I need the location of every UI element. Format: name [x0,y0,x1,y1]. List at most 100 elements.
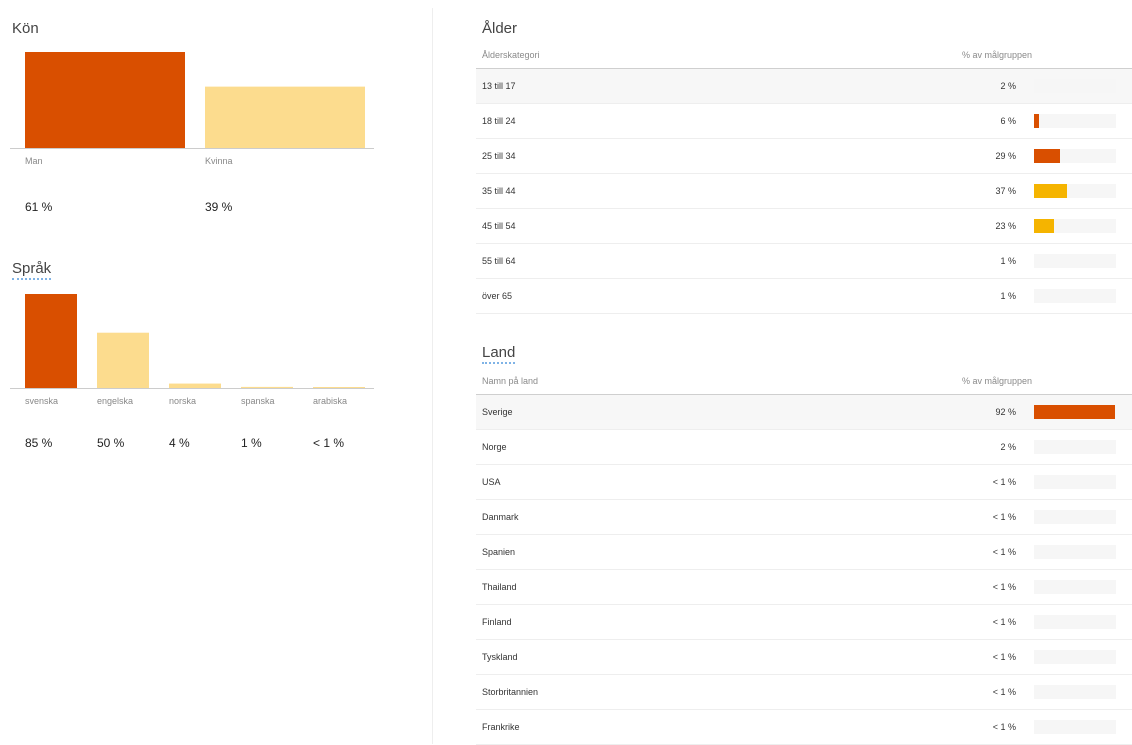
sprak-category-label: spanska [241,396,275,406]
sprak-value-label: < 1 % [313,436,345,450]
land-row-bar-track [1034,405,1116,419]
alder-row[interactable]: 25 till 34 29 % [476,139,1132,174]
land-row-bar-track [1034,615,1116,629]
alder-row-name: över 65 [482,291,513,301]
kon-bar-Man[interactable] [25,52,185,148]
land-row-bar-track [1034,720,1116,734]
alder-section-title: Ålder [482,20,518,37]
sprak-value-label: 1 % [241,436,262,450]
alder-row-bar-fill [1034,114,1040,128]
land-row-name: Norge [482,442,507,452]
land-row[interactable]: Danmark < 1 % [476,500,1132,535]
column-divider [432,8,433,744]
sprak-category-label: norska [169,396,196,406]
alder-table: Ålderskategori % av målgruppen 13 till 1… [476,40,1132,314]
alder-row-percent: 6 % [1000,116,1016,126]
land-row[interactable]: Finland < 1 % [476,605,1132,640]
alder-row[interactable]: 55 till 64 1 % [476,244,1132,279]
alder-row-bar-track [1034,114,1116,128]
alder-row[interactable]: över 65 1 % [476,279,1132,314]
alder-row-percent: 1 % [1000,291,1016,301]
alder-rows: 13 till 17 2 % 18 till 24 6 % 25 till 34 29 %… [476,69,1132,314]
sprak-category-label: svenska [25,396,58,406]
land-row-bar-track [1034,510,1116,524]
land-row-name: Spanien [482,547,516,557]
sprak-bar-engelska[interactable] [97,332,149,388]
alder-row[interactable]: 18 till 24 6 % [476,104,1132,139]
land-row-bar-track [1034,685,1116,699]
land-row-percent: < 1 % [992,617,1016,627]
land-row-percent: 2 % [1000,442,1016,452]
land-row-bar-track [1034,650,1116,664]
alder-col-category: Ålderskategori [482,50,540,60]
kon-value-label: 61 % [25,200,53,214]
alder-row-name: 35 till 44 [482,186,516,196]
sprak-bar-norska[interactable] [169,383,221,388]
sprak-value-label: 4 % [169,436,190,450]
sprak-category-label: arabiska [313,396,347,406]
sprak-bar-spanska[interactable] [241,386,293,388]
alder-row-percent: 29 % [995,151,1016,161]
land-row-percent: < 1 % [992,687,1016,697]
land-row-bar-track [1034,545,1116,559]
alder-row-bar-track [1034,254,1116,268]
alder-row-name: 55 till 64 [482,256,516,266]
land-row-name: Sverige [482,407,513,417]
alder-row-bar-track [1034,289,1116,303]
land-row-percent: 92 % [995,407,1016,417]
land-row-percent: < 1 % [992,547,1016,557]
alder-row-bar-fill [1034,219,1055,233]
land-table-header: Namn på land % av målgruppen [476,366,1132,395]
land-row[interactable]: Spanien < 1 % [476,535,1132,570]
sprak-section-title: Språk [12,260,52,280]
land-row[interactable]: Thailand < 1 % [476,570,1132,605]
alder-row-name: 18 till 24 [482,116,516,126]
alder-row-name: 25 till 34 [482,151,516,161]
alder-row[interactable]: 45 till 54 23 % [476,209,1132,244]
land-row-bar-track [1034,475,1116,489]
land-row[interactable]: Norge 2 % [476,430,1132,465]
alder-row[interactable]: 35 till 44 37 % [476,174,1132,209]
alder-row-percent: 1 % [1000,256,1016,266]
land-row-bar-fill [1034,405,1115,419]
alder-row-bar-track [1034,79,1116,93]
land-row-name: Danmark [482,512,519,522]
alder-row[interactable]: 13 till 17 2 % [476,69,1132,104]
land-row[interactable]: USA < 1 % [476,465,1132,500]
sprak-bar-chart: svenska engelska norska spanska arabiska [10,294,374,406]
alder-row-name: 13 till 17 [482,81,516,91]
land-row-name: USA [482,477,501,487]
kon-bar-chart: Man Kvinna [10,52,374,166]
land-row-percent: < 1 % [992,512,1016,522]
land-row-name: Finland [482,617,512,627]
sprak-bar-svenska[interactable] [25,294,77,388]
land-row-percent: < 1 % [992,582,1016,592]
alder-row-percent: 37 % [995,186,1016,196]
land-row[interactable]: Storbritannien < 1 % [476,675,1132,710]
land-row[interactable]: Tyskland < 1 % [476,640,1132,675]
kon-bar-Kvinna[interactable] [205,86,365,148]
land-row-percent: < 1 % [992,652,1016,662]
alder-row-percent: 23 % [995,221,1016,231]
land-col-percent: % av målgruppen [961,376,1032,386]
alder-col-percent: % av målgruppen [961,50,1032,60]
land-row-name: Tyskland [482,652,518,662]
land-col-name: Namn på land [482,376,539,386]
land-title-text[interactable]: Land [482,344,516,364]
sprak-title-text[interactable]: Språk [12,260,52,280]
land-row-name: Frankrike [482,722,520,732]
land-row-name: Thailand [482,582,517,592]
alder-row-bar-fill [1034,184,1067,198]
land-row[interactable]: Frankrike < 1 % [476,710,1132,745]
alder-row-name: 45 till 54 [482,221,516,231]
kon-category-label: Kvinna [205,156,233,166]
sprak-value-label: 85 % [25,436,53,450]
land-row-bar-track [1034,580,1116,594]
land-row-percent: < 1 % [992,477,1016,487]
sprak-bar-arabiska[interactable] [313,387,365,388]
alder-row-bar-track [1034,149,1116,163]
land-rows: Sverige 92 % Norge 2 % USA < 1 % Danmark < 1 % S… [476,395,1132,745]
alder-row-bar-track [1034,219,1116,233]
land-row[interactable]: Sverige 92 % [476,395,1132,430]
sprak-category-label: engelska [97,396,133,406]
